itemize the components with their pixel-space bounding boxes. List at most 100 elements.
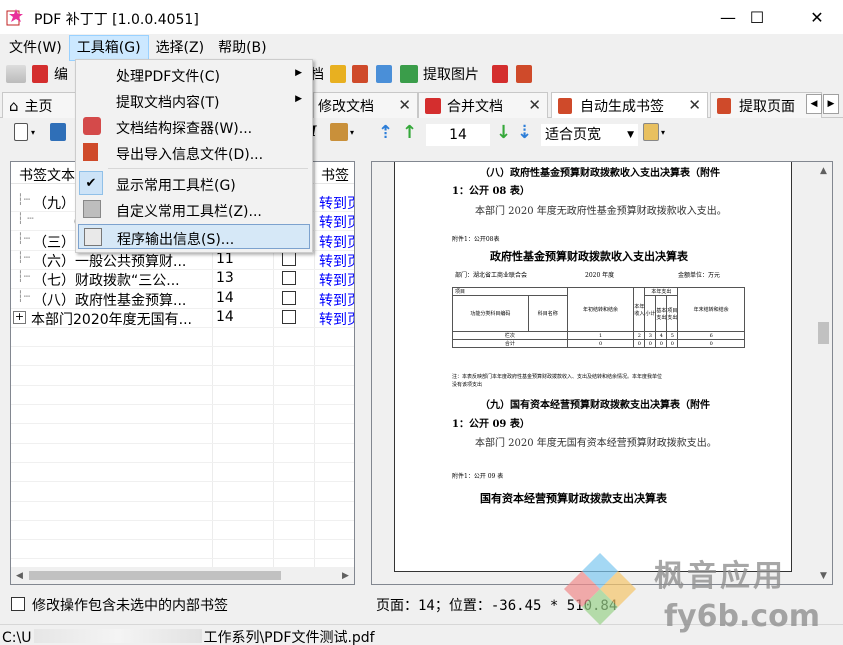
menu-item-export-import[interactable]: 导出导入信息文件(D)... [78, 140, 310, 165]
tab-merge[interactable]: 合并文档 ✕ [418, 92, 548, 118]
bookmark-action-link[interactable]: 转到页 [319, 193, 354, 213]
pages-tool-button[interactable] [352, 63, 368, 85]
page-number-input[interactable]: 14 [425, 123, 491, 147]
table-cell: 2 [633, 331, 646, 340]
maximize-button[interactable]: ☐ [734, 0, 780, 34]
bookmark-page[interactable]: 11 [216, 251, 234, 267]
save-icon [50, 123, 66, 141]
header-bookmark-action[interactable]: 书签 [321, 165, 349, 185]
menu-item-customize-toolbar[interactable]: 自定义常用工具栏(Z)... [78, 197, 310, 222]
new-doc-button[interactable]: ▾ [14, 121, 35, 143]
scroll-left-icon[interactable]: ◀ [11, 567, 28, 584]
doc-heading: 1：公开 08 表） [452, 186, 530, 197]
bookmark-page[interactable]: 14 [216, 290, 234, 306]
scroll-thumb[interactable] [29, 571, 281, 580]
bookmark-row[interactable]: ┆┄（八）政府性基金预算... 14 转到页 [11, 289, 354, 310]
table-cell: 年初结转和结余 [566, 287, 635, 332]
submenu-arrow-icon: ▶ [295, 68, 302, 78]
menu-item-label: 导出导入信息文件(D)... [116, 147, 264, 163]
scroll-right-icon[interactable]: ▶ [337, 567, 354, 584]
table-cell: 1 [566, 331, 635, 340]
bookmark-page[interactable]: 14 [216, 309, 234, 325]
pdf-tool-button[interactable] [492, 63, 508, 85]
table-cell: 0 [644, 339, 657, 348]
close-button[interactable]: ✕ [794, 0, 840, 34]
bookmark-action-link[interactable]: 转到页 [319, 232, 354, 252]
bookmark-title[interactable]: 本部门2020年度无国有... [31, 309, 192, 329]
zoom-select[interactable]: 适合页宽 ▼ [540, 123, 639, 147]
doc-attachment-label: 附件1：公开08表 [452, 236, 500, 243]
header-bookmark-text[interactable]: 书签文本 [19, 165, 75, 185]
close-icon[interactable]: ✕ [398, 96, 411, 114]
menu-bar: 文件(W) 工具箱(G) 选择(Z) 帮助(B) [0, 35, 843, 61]
tab-scroll-right-button[interactable]: ▶ [823, 94, 839, 114]
bookmark-title[interactable]: （七）财政拨款“三公... [33, 270, 180, 290]
bookmark-action-link[interactable]: 转到页 [319, 290, 354, 310]
bookmark-open-checkbox[interactable] [282, 251, 296, 266]
bookmark-title[interactable]: （三） [33, 232, 75, 252]
move-top-button[interactable]: ⇡ [378, 121, 393, 143]
arrow-bottom-icon: ⇣ [517, 121, 533, 143]
scroll-up-icon[interactable]: ▲ [815, 162, 832, 179]
menu-toolbox[interactable]: 工具箱(G) [68, 35, 149, 61]
menu-file[interactable]: 文件(W) [0, 35, 69, 61]
include-unselected-checkbox[interactable] [11, 597, 25, 611]
doc-heading: 1：公开 09 表） [452, 419, 530, 430]
bookmark-title[interactable]: （八）政府性基金预算... [33, 290, 186, 310]
bookmark-title[interactable]: （六）一般公共预算财... [33, 251, 186, 271]
move-bottom-button[interactable]: ⇣ [517, 121, 532, 143]
menu-item-extract-content[interactable]: 提取文档内容(T) ▶ [78, 88, 310, 113]
chevron-down-icon: ▼ [627, 130, 634, 140]
menu-help[interactable]: 帮助(B) [211, 35, 274, 61]
bookmark-open-checkbox[interactable] [282, 271, 296, 286]
scroll-thumb[interactable] [818, 322, 829, 344]
pdf-export-button[interactable] [516, 63, 532, 85]
table-cell: 0 [677, 339, 745, 348]
menu-select[interactable]: 选择(Z) [149, 35, 212, 61]
tab-auto-bookmark[interactable]: 自动生成书签 ✕ [551, 92, 708, 118]
tree-line: ┆┄ [17, 270, 31, 284]
table-cell: 合计 [452, 339, 568, 348]
tab-scroll-left-button[interactable]: ◀ [806, 94, 822, 114]
bookmark-open-checkbox[interactable] [282, 290, 296, 305]
move-down-button[interactable]: ↓ [496, 121, 511, 143]
color-button[interactable]: ▾ [330, 121, 354, 143]
file-path-prefix: C:\U [2, 630, 32, 645]
menu-item-process-pdf[interactable]: 处理PDF文件(C) ▶ [78, 62, 310, 87]
vertical-scrollbar[interactable]: ▲ ▼ [815, 162, 832, 584]
bookmark-row[interactable]: + 本部门2020年度无国有... 14 转到页 [11, 308, 354, 329]
document-preview[interactable]: （八）政府性基金预算财政拨款收入支出决算表（附件 1：公开 08 表） 本部门 … [371, 161, 833, 585]
horizontal-scrollbar[interactable]: ◀ ▶ [11, 567, 354, 584]
bookmark-title[interactable]: （九） [33, 193, 75, 213]
move-up-button[interactable]: ↑ [402, 121, 417, 143]
bookmark-page[interactable]: 13 [216, 270, 234, 286]
pdf-edit-icon [32, 65, 48, 83]
doc-table-title: 国有资本经营预算财政拨款支出决算表 [480, 492, 667, 505]
extract-images-button[interactable]: 提取图片 [400, 63, 479, 85]
tree-line: ┆ ┄ [17, 212, 34, 226]
close-icon[interactable]: ✕ [528, 96, 541, 114]
menu-item-structure-explorer[interactable]: 文档结构探查器(W)... [78, 114, 310, 139]
bookmark-action-link[interactable]: 转到页 [319, 251, 354, 271]
menu-item-show-toolbar[interactable]: ✔ 显示常用工具栏(G) [78, 171, 310, 196]
menu-item-program-output[interactable]: 程序输出信息(S)... [78, 224, 310, 249]
view-options-button[interactable]: ▾ [643, 121, 665, 143]
row-divider [11, 384, 354, 386]
close-icon[interactable]: ✕ [688, 96, 701, 114]
tab-modify[interactable]: 修改文档 ✕ [313, 92, 418, 118]
export-tool-button[interactable] [376, 63, 392, 85]
table-cell: 本年收入 [633, 287, 646, 332]
bookmark-row[interactable]: ┆┄（七）财政拨款“三公... 13 转到页 [11, 269, 354, 290]
save-button[interactable] [50, 121, 66, 143]
bookmark-open-checkbox[interactable] [282, 309, 296, 324]
bookmark-action-link[interactable]: 转到页 [319, 270, 354, 290]
watermark-text: 枫音应用 [654, 559, 786, 594]
edit-button[interactable]: 编 [32, 63, 68, 85]
table-cell: 小计 [644, 295, 657, 332]
home-icon: ⌂ [9, 96, 19, 115]
bookmark-action-link[interactable]: 转到页 [319, 212, 354, 232]
bookmark-tool-button[interactable] [330, 63, 346, 85]
bookmark-action-link[interactable]: 转到页 [319, 309, 354, 329]
expand-icon[interactable]: + [13, 310, 26, 324]
tab-home[interactable]: ⌂ 主页 [2, 92, 82, 118]
